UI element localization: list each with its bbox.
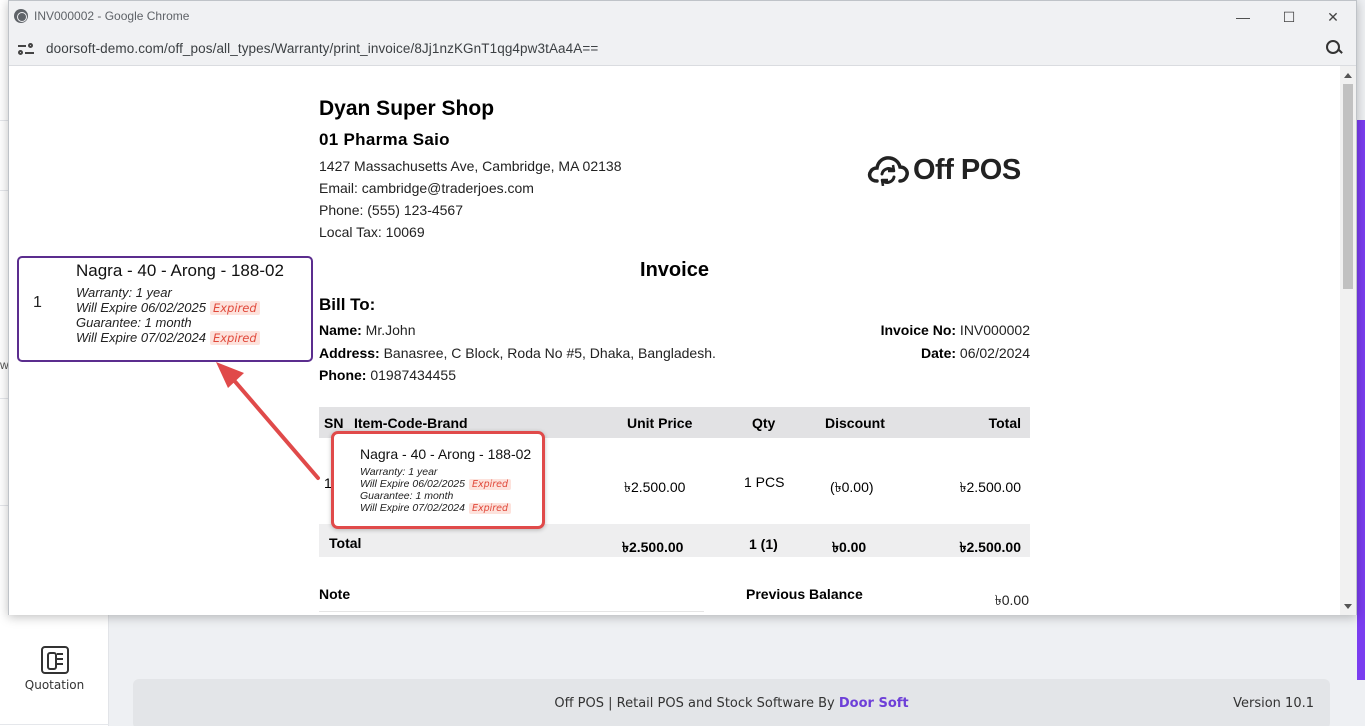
expired-badge: Expired [209,331,260,345]
total-label: Total [329,535,362,551]
expired-badge: Expired [468,479,512,490]
minimize-button[interactable]: — [1228,7,1258,27]
sidebar-divider [0,724,109,725]
callout-item-name: Nagra - 40 - Arong - 188-02 [76,261,284,280]
scroll-down-arrow-icon[interactable] [1344,604,1352,609]
quotation-icon [40,646,69,674]
customer-phone: Phone: 01987434455 [319,367,456,383]
shop-email: Email: cambridge@traderjoes.com [319,180,534,196]
close-button[interactable]: ✕ [1318,7,1348,27]
shop-name: Dyan Super Shop [319,97,495,120]
previous-balance-value: ৳0.00 [994,592,1029,608]
col-sn: SN [324,415,344,431]
expired-badge: Expired [468,503,512,514]
col-discount: Discount [825,415,885,431]
callout-guarantee-expire: Will Expire 07/02/2024 Expired [76,330,260,345]
row-total: ৳2.500.00 [959,479,1021,495]
zoom-callout: 1 Nagra - 40 - Arong - 188-02 Warranty: … [17,256,313,362]
col-item: Item-Code-Brand [354,415,468,431]
item-warranty-expire: Will Expire 06/02/2025 Expired [360,478,512,490]
shop-local-tax: Local Tax: 10069 [319,224,425,240]
item-guarantee-expire: Will Expire 07/02/2024 Expired [360,502,512,514]
invoice-date: Date: 06/02/2024 [921,345,1030,361]
globe-icon [14,9,28,23]
accent-bar [1357,120,1365,680]
total-discount: ৳0.00 [832,539,867,555]
offpos-logo: Off POS [867,152,1027,192]
invoice-title: Invoice [640,259,709,281]
address-bar: doorsoft-demo.com/off_pos/all_types/Warr… [9,32,1356,66]
url-text[interactable]: doorsoft-demo.com/off_pos/all_types/Warr… [46,41,598,56]
invoice-number: Invoice No: INV000002 [880,322,1030,338]
window-titlebar: INV000002 - Google Chrome — ☐ ✕ [9,1,1356,32]
callout-sn: 1 [33,294,42,311]
item-name: Nagra - 40 - Arong - 188-02 [360,446,532,462]
shop-address: 1427 Massachusetts Ave, Cambridge, MA 02… [319,158,622,174]
col-total: Total [988,415,1021,431]
maximize-button[interactable]: ☐ [1274,7,1304,27]
row-discount: (৳0.00) [830,479,874,495]
customer-name: Name: Mr.John [319,322,416,338]
zoom-icon[interactable] [1326,40,1342,56]
bill-to-heading: Bill To: [319,295,376,314]
shop-phone: Phone: (555) 123-4567 [319,202,463,218]
note-divider [319,611,704,612]
item-guarantee: Guarantee: 1 month [360,490,454,502]
footer-credit: Off POS | Retail POS and Stock Software … [133,696,1330,711]
customer-address: Address: Banasree, C Block, Roda No #5, … [319,345,716,361]
callout-warranty-expire: Will Expire 06/02/2025 Expired [76,300,260,315]
cloud-sync-icon [867,156,909,186]
footer-text: Off POS | Retail POS and Stock Software … [554,696,839,711]
total-amount: ৳2.500.00 [959,539,1021,555]
callout-guarantee: Guarantee: 1 month [76,315,192,330]
item-warranty: Warranty: 1 year [360,466,438,478]
footer-version: Version 10.1 [1233,696,1314,711]
row-unit-price: ৳2.500.00 [624,479,686,495]
callout-warranty: Warranty: 1 year [76,285,172,300]
note-label: Note [319,586,351,602]
app-footer: Off POS | Retail POS and Stock Software … [133,679,1330,726]
sidebar-item-quotation[interactable]: Quotation [0,640,109,720]
sidebar-item-label: Quotation [24,678,85,692]
row-qty: 1 PCS [744,474,785,490]
col-qty: Qty [752,415,776,431]
col-unit-price: Unit Price [627,415,693,431]
branch-name: 01 Pharma Saio [319,130,450,149]
logo-text: Off POS [913,154,1021,186]
item-detail-highlight: Nagra - 40 - Arong - 188-02 Warranty: 1 … [331,431,545,529]
scroll-up-arrow-icon[interactable] [1344,73,1352,78]
expired-badge: Expired [209,301,260,315]
scrollbar-thumb[interactable] [1343,84,1353,289]
footer-brand-link[interactable]: Door Soft [839,696,909,711]
total-qty: 1 (1) [749,536,778,552]
total-unit-price: ৳2.500.00 [622,539,684,555]
site-settings-icon[interactable] [18,42,34,56]
vertical-scrollbar[interactable] [1340,66,1356,615]
window-title: INV000002 - Google Chrome [34,9,190,23]
previous-balance-label: Previous Balance [746,586,863,602]
